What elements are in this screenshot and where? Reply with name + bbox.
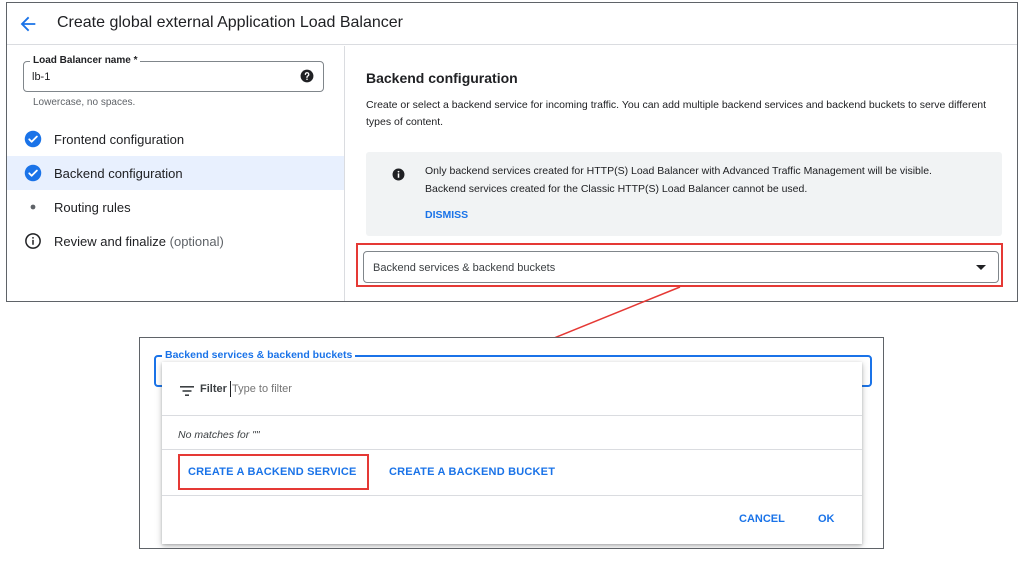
dot-icon xyxy=(30,204,36,210)
step-routing-rules[interactable]: Routing rules xyxy=(7,190,344,224)
ok-button[interactable]: OK xyxy=(818,513,835,525)
load-balancer-name-input[interactable] xyxy=(32,71,282,83)
section-description: Create or select a backend service for i… xyxy=(366,99,987,128)
backend-dropdown-menu: Filter No matches for "" CREATE A BACKEN… xyxy=(162,362,862,544)
section-title: Backend configuration xyxy=(366,70,518,86)
divider xyxy=(162,495,862,496)
focused-field-label: Backend services & backend buckets xyxy=(162,348,356,362)
filter-input[interactable] xyxy=(230,381,630,397)
step-label: Backend configuration xyxy=(54,166,183,181)
dropdown-detail-panel: Backend services & backend buckets Filte… xyxy=(139,337,884,549)
help-circle-icon[interactable] xyxy=(300,69,314,83)
filter-row: Filter xyxy=(162,362,862,416)
step-frontend-configuration[interactable]: Frontend configuration xyxy=(7,122,344,156)
load-balancer-name-field[interactable]: Load Balancer name * xyxy=(23,55,324,92)
optional-tag: (optional) xyxy=(169,234,224,249)
filter-label: Filter xyxy=(200,383,227,395)
no-matches-message: No matches for "" xyxy=(178,429,260,441)
filter-lines-icon xyxy=(180,386,194,396)
notice-banner: Only backend services created for HTTP(S… xyxy=(366,152,1002,236)
step-label: Review and finalize (optional) xyxy=(54,234,224,249)
create-backend-service-button[interactable]: CREATE A BACKEND SERVICE xyxy=(188,466,357,478)
page-title: Create global external Application Load … xyxy=(57,14,404,31)
arrow-back-icon[interactable] xyxy=(17,13,39,35)
dismiss-button[interactable]: DISMISS xyxy=(425,209,468,221)
page-header: Create global external Application Load … xyxy=(7,3,1017,45)
notice-text: Only backend services created for HTTP(S… xyxy=(425,165,932,195)
name-hint: Lowercase, no spaces. xyxy=(33,97,136,108)
step-label: Frontend configuration xyxy=(54,132,185,147)
step-backend-configuration[interactable]: Backend configuration xyxy=(7,156,344,190)
caret-down-icon xyxy=(976,265,986,270)
info-outline-icon xyxy=(25,233,41,249)
steps-sidebar: Load Balancer name * Lowercase, no space… xyxy=(7,46,344,301)
create-backend-bucket-button[interactable]: CREATE A BACKEND BUCKET xyxy=(389,466,555,478)
check-circle-icon xyxy=(24,164,42,182)
load-balancer-name-label: Load Balancer name * xyxy=(30,55,141,67)
divider xyxy=(162,449,862,450)
backend-services-select[interactable]: Backend services & backend buckets xyxy=(363,251,999,283)
cancel-button[interactable]: CANCEL xyxy=(739,513,785,525)
check-circle-icon xyxy=(24,130,42,148)
step-label: Routing rules xyxy=(54,200,131,215)
info-filled-icon xyxy=(392,168,405,181)
select-placeholder: Backend services & backend buckets xyxy=(373,262,556,274)
step-review-and-finalize[interactable]: Review and finalize (optional) xyxy=(7,224,344,258)
